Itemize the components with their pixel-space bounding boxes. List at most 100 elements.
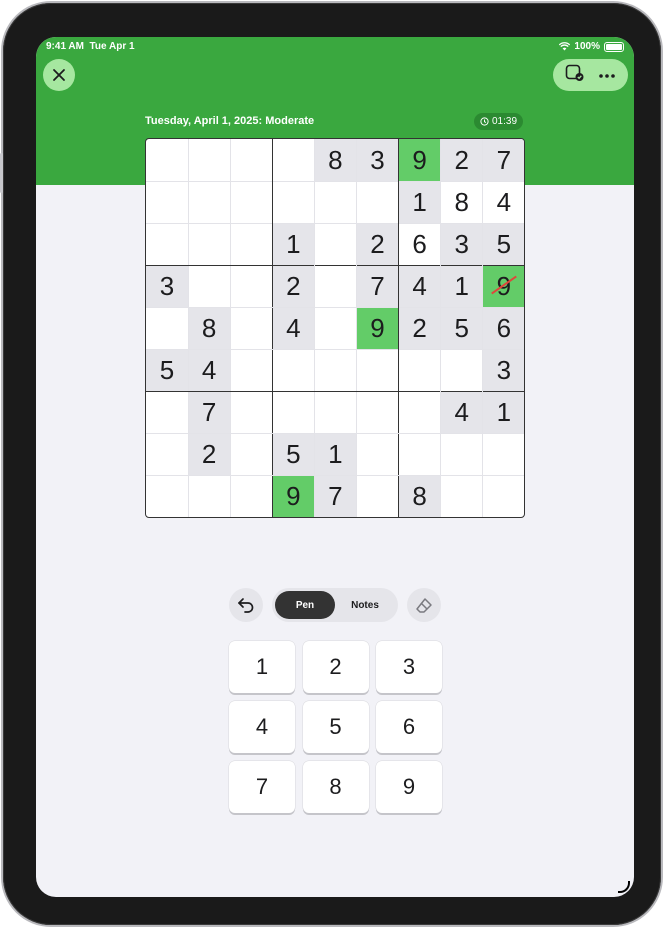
grid-cell[interactable]: 9	[482, 265, 524, 308]
grid-cell[interactable]: 7	[356, 265, 399, 308]
grid-cell[interactable]	[230, 476, 272, 517]
grid-cell[interactable]	[357, 181, 399, 223]
grid-cell[interactable]: 2	[398, 307, 441, 350]
grid-cell[interactable]: 6	[399, 223, 441, 265]
keypad-key-1[interactable]: 1	[229, 641, 295, 693]
close-button[interactable]	[43, 59, 75, 91]
grid-cell[interactable]	[399, 434, 441, 476]
grid-cell[interactable]	[357, 434, 399, 476]
grid-cell[interactable]	[146, 181, 188, 223]
grid-cell[interactable]	[230, 223, 272, 265]
status-time-date: 9:41 AM Tue Apr 1	[46, 41, 135, 52]
grid-cell[interactable]: 1	[272, 223, 315, 266]
grid-cell[interactable]: 8	[188, 307, 231, 350]
grid-cell[interactable]	[483, 434, 524, 476]
grid-cell[interactable]: 7	[482, 139, 524, 181]
grid-cell[interactable]: 4	[272, 307, 315, 350]
grid-cell[interactable]	[314, 181, 356, 223]
grid-cell[interactable]: 4	[398, 265, 441, 308]
keypad-key-3[interactable]: 3	[376, 641, 442, 693]
grid-cell[interactable]	[230, 350, 272, 392]
grid-cell[interactable]	[399, 392, 441, 434]
grid-cell[interactable]	[441, 350, 483, 392]
grid-cell[interactable]	[272, 350, 314, 392]
grid-cell[interactable]: 5	[272, 433, 315, 476]
grid-cell[interactable]	[230, 139, 272, 181]
grid-cell[interactable]	[357, 350, 399, 392]
grid-cell[interactable]: 9	[356, 307, 399, 350]
grid-cell[interactable]	[357, 476, 399, 517]
grid-cell[interactable]	[146, 223, 188, 265]
grid-cell[interactable]: 2	[356, 223, 399, 266]
grid-cell[interactable]: 9	[272, 475, 315, 517]
undo-button[interactable]	[229, 588, 263, 622]
grid-cell[interactable]	[314, 307, 356, 349]
grid-cell[interactable]	[230, 265, 272, 307]
more-button[interactable]	[598, 66, 616, 84]
grid-cell[interactable]	[314, 392, 356, 434]
grid-cell[interactable]	[399, 350, 441, 392]
pen-mode-button[interactable]: Pen	[275, 591, 335, 619]
grid-cell[interactable]: 6	[482, 307, 524, 350]
grid-cell[interactable]: 5	[440, 307, 483, 350]
grid-cell[interactable]	[441, 476, 483, 517]
grid-cell[interactable]	[272, 181, 314, 223]
grid-cell[interactable]: 8	[441, 181, 483, 223]
grid-cell[interactable]: 4	[188, 349, 231, 392]
grid-cell[interactable]: 1	[482, 391, 524, 434]
grid-cell[interactable]	[146, 476, 188, 517]
grid-cell[interactable]	[146, 307, 188, 349]
grid-cell[interactable]	[188, 265, 230, 307]
grid-cell[interactable]	[146, 434, 188, 476]
notes-mode-button[interactable]: Notes	[335, 591, 395, 619]
grid-cell[interactable]: 7	[314, 475, 357, 517]
grid-cell[interactable]	[483, 476, 524, 517]
grid-cell[interactable]: 2	[440, 139, 483, 181]
grid-cell[interactable]: 7	[188, 391, 231, 434]
grid-cell[interactable]	[314, 223, 356, 265]
grid-cell[interactable]	[188, 223, 230, 265]
grid-cell[interactable]: 4	[483, 181, 524, 223]
grid-cell[interactable]: 9	[398, 139, 441, 181]
keypad-key-2[interactable]: 2	[302, 641, 369, 693]
grid-cell[interactable]: 2	[272, 265, 315, 308]
grid-cell[interactable]: 3	[146, 265, 188, 308]
keypad-key-4[interactable]: 4	[229, 701, 295, 753]
eraser-button[interactable]	[407, 588, 441, 622]
keypad-key-6[interactable]: 6	[376, 701, 442, 753]
grid-cell[interactable]	[272, 392, 314, 434]
grid-cell[interactable]	[230, 307, 272, 349]
grid-cell[interactable]	[314, 350, 356, 392]
check-status-button[interactable]	[565, 64, 585, 87]
grid-cell[interactable]	[230, 181, 272, 223]
keypad-key-5[interactable]: 5	[302, 701, 369, 753]
grid-cell[interactable]	[357, 392, 399, 434]
grid-cell[interactable]	[146, 392, 188, 434]
grid-cell[interactable]: 5	[146, 349, 188, 392]
grid-cell[interactable]	[146, 139, 188, 181]
grid-cell[interactable]	[188, 139, 230, 181]
timer-badge[interactable]: 01:39	[474, 113, 524, 130]
keypad-key-9[interactable]: 9	[376, 761, 442, 813]
grid-cell[interactable]: 4	[440, 391, 483, 434]
keypad-key-7[interactable]: 7	[229, 761, 295, 813]
grid-cell[interactable]: 8	[314, 139, 357, 181]
grid-cell[interactable]: 3	[482, 349, 524, 392]
grid-cell[interactable]	[230, 434, 272, 476]
grid-cell[interactable]: 3	[440, 223, 483, 266]
battery-percent: 100%	[574, 41, 600, 52]
grid-cell[interactable]: 1	[398, 181, 441, 224]
grid-cell[interactable]	[441, 434, 483, 476]
grid-cell[interactable]: 1	[440, 265, 483, 308]
grid-cell[interactable]	[272, 139, 314, 181]
grid-cell[interactable]	[314, 265, 356, 307]
grid-cell[interactable]: 8	[398, 475, 441, 517]
grid-cell[interactable]	[188, 181, 230, 223]
keypad-key-8[interactable]: 8	[302, 761, 369, 813]
grid-cell[interactable]: 2	[188, 433, 231, 476]
grid-cell[interactable]: 5	[482, 223, 524, 266]
grid-cell[interactable]	[188, 476, 230, 517]
grid-cell[interactable]: 1	[314, 433, 357, 476]
grid-cell[interactable]	[230, 392, 272, 434]
grid-cell[interactable]: 3	[356, 139, 399, 181]
